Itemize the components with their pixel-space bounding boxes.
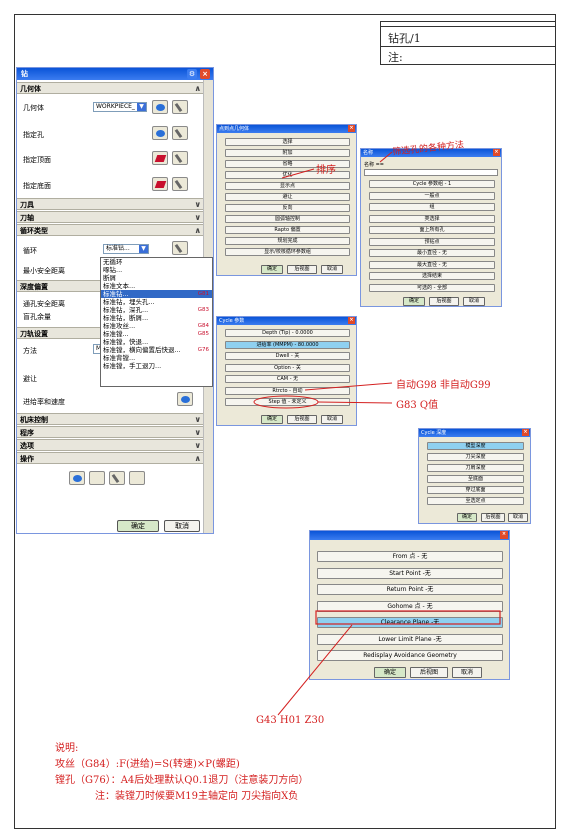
notes-line-2: 镗孔（G76）：A4后处理默认Q0.1退刀（注意装刀方向） (55, 775, 309, 786)
annotation-sort: 排序 (316, 165, 336, 176)
notes-line-1: 攻丝（G84）:F(进给)=S(转速)×P(螺距) (55, 759, 240, 770)
annotation-g83: G83 Q值 (396, 400, 439, 411)
notes-line-3: 注：装镗刀时候要M19主轴定向 刀尖指向X负 (95, 791, 299, 802)
annotation-g98: 自动G98 非自动G99 (396, 380, 491, 391)
sort-arrow (281, 168, 315, 179)
g43-arrow (277, 624, 353, 716)
clearance-highlight (315, 610, 501, 625)
annotation-g43: G43 H01 Z30 (256, 715, 325, 726)
step-highlight (253, 395, 319, 409)
g98-arrow (304, 382, 393, 391)
filter-arrow (379, 151, 393, 163)
notes-block: 说明: 攻丝（G84）:F(进给)=S(转速)×P(螺距) 镗孔（G76）：A4… (55, 741, 308, 805)
annotation-lines (253, 151, 501, 716)
notes-title: 说明: (55, 743, 79, 754)
g83-arrow (317, 401, 393, 404)
